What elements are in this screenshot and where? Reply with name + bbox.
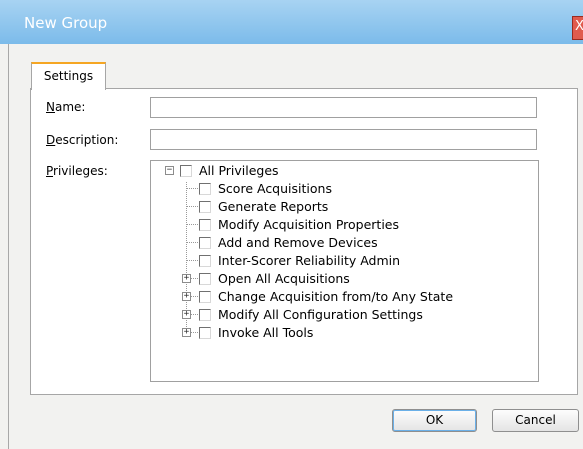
description-label-mnemonic: D (46, 133, 56, 147)
tree-node-label: Modify All Configuration Settings (218, 307, 423, 322)
name-label-text: ame: (54, 100, 86, 114)
generate-reports-checkbox[interactable] (199, 201, 211, 213)
tree-node-invoke-all-tools[interactable]: + Invoke All Tools (151, 324, 531, 341)
tree-node-label: Change Acquisition from/to Any State (218, 289, 454, 304)
tree-node-label: All Privileges (199, 163, 279, 178)
all-privileges-checkbox[interactable] (180, 165, 192, 177)
tree-node-inter-scorer-reliability-admin[interactable]: Inter-Scorer Reliability Admin (151, 252, 531, 269)
expand-icon[interactable]: + (182, 328, 191, 337)
new-group-dialog: New Group X Settings Name: Description: … (0, 0, 583, 449)
add-remove-devices-checkbox[interactable] (199, 237, 211, 249)
description-label: Description: (46, 133, 118, 147)
tree-node-generate-reports[interactable]: Generate Reports (151, 198, 531, 215)
tree-node-change-acquisition-state[interactable]: + Change Acquisition from/to Any State (151, 288, 531, 305)
close-button[interactable]: X (572, 16, 583, 40)
privileges-label: Privileges: (46, 164, 108, 178)
name-input[interactable] (150, 97, 537, 118)
name-label: Name: (46, 100, 85, 114)
privileges-tree[interactable]: − All Privileges Score Acquisitions Gene… (150, 160, 539, 382)
tree-node-label: Add and Remove Devices (218, 235, 378, 250)
collapse-icon[interactable]: − (165, 166, 174, 175)
invoke-all-tools-checkbox[interactable] (199, 327, 211, 339)
tree-node-label: Generate Reports (218, 199, 329, 214)
cancel-button[interactable]: Cancel (492, 409, 579, 432)
tree-node-label: Inter-Scorer Reliability Admin (218, 253, 401, 268)
tree-node-open-all-acquisitions[interactable]: + Open All Acquisitions (151, 270, 531, 287)
modify-acquisition-properties-checkbox[interactable] (199, 219, 211, 231)
privileges-label-text: rivileges: (53, 164, 108, 178)
tree-node-add-remove-devices[interactable]: Add and Remove Devices (151, 234, 531, 251)
expand-icon[interactable]: + (182, 292, 191, 301)
close-icon: X (575, 19, 583, 34)
modify-all-configuration-settings-checkbox[interactable] (199, 309, 211, 321)
tree-node-label: Modify Acquisition Properties (218, 217, 399, 232)
tree-node-label: Score Acquisitions (218, 181, 332, 196)
tree-node-score-acquisitions[interactable]: Score Acquisitions (151, 180, 531, 197)
name-label-mnemonic: N (46, 100, 55, 114)
tab-settings[interactable]: Settings (31, 62, 106, 90)
privileges-label-mnemonic: P (46, 164, 54, 178)
title-bar[interactable]: New Group X (0, 0, 583, 44)
description-label-text: escription: (55, 133, 119, 147)
change-acquisition-state-checkbox[interactable] (199, 291, 211, 303)
expand-icon[interactable]: + (182, 274, 191, 283)
tree-node-label: Invoke All Tools (218, 325, 314, 340)
tree-node-modify-all-configuration-settings[interactable]: + Modify All Configuration Settings (151, 306, 531, 323)
score-acquisitions-checkbox[interactable] (199, 183, 211, 195)
window-title: New Group (24, 14, 108, 32)
open-all-acquisitions-checkbox[interactable] (199, 273, 211, 285)
expand-icon[interactable]: + (182, 310, 191, 319)
tree-node-modify-acquisition-properties[interactable]: Modify Acquisition Properties (151, 216, 531, 233)
tree-node-all-privileges[interactable]: − All Privileges (151, 162, 531, 179)
tree-node-label: Open All Acquisitions (218, 271, 350, 286)
ok-button[interactable]: OK (392, 409, 477, 432)
description-input[interactable] (150, 129, 537, 150)
window-border (8, 44, 9, 449)
inter-scorer-reliability-admin-checkbox[interactable] (199, 255, 211, 267)
